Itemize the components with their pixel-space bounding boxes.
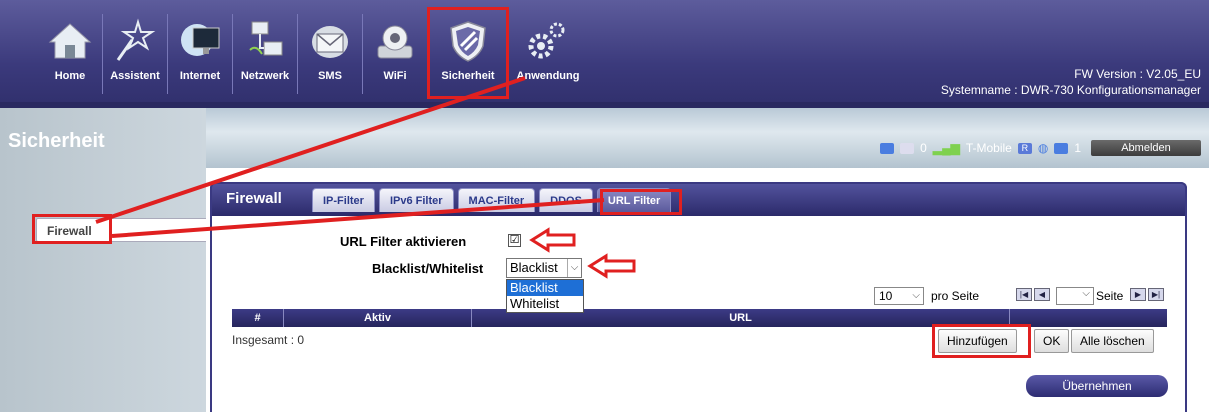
globe-icon: ◍ bbox=[1037, 141, 1049, 155]
nav-label: WiFi bbox=[383, 70, 407, 82]
logout-button[interactable]: Abmelden bbox=[1091, 140, 1201, 156]
gears-icon bbox=[528, 22, 565, 59]
system-name: Systemname : DWR-730 Konfigurationsmanag… bbox=[940, 83, 1201, 97]
network-icon bbox=[249, 21, 283, 56]
highlight-firewall-item bbox=[32, 214, 112, 244]
nav-label: Netzwerk bbox=[240, 70, 290, 82]
prev-page-icon[interactable]: ◀ bbox=[1034, 288, 1050, 301]
nav-item-assistent[interactable]: Assistent bbox=[103, 8, 167, 98]
url-filter-enable-checkbox[interactable]: ☑ bbox=[508, 234, 521, 247]
nav-item-sicherheit[interactable]: Sicherheit bbox=[427, 7, 509, 99]
sidebar-background bbox=[0, 108, 206, 412]
clients-icon bbox=[1054, 142, 1069, 154]
nav-item-sms[interactable]: SMS bbox=[298, 8, 362, 98]
tab-ip-filter[interactable]: IP-Filter bbox=[312, 188, 375, 212]
list-mode-value: Blacklist bbox=[510, 260, 558, 275]
signal-icon: ▂▄▆ bbox=[932, 141, 960, 155]
last-page-icon[interactable]: ▶| bbox=[1148, 288, 1164, 301]
page-select[interactable]: ⌵ bbox=[1056, 287, 1094, 305]
carrier-name: T-Mobile bbox=[965, 141, 1012, 155]
ok-button[interactable]: OK bbox=[1034, 329, 1070, 353]
firmware-info: FW Version : V2.05_EU Systemname : DWR-7… bbox=[941, 66, 1201, 98]
wand-icon bbox=[116, 18, 156, 61]
total-count: Insgesamt : 0 bbox=[232, 333, 305, 347]
highlight-add-button bbox=[932, 324, 1031, 358]
list-mode-label: Blacklist/Whitelist bbox=[372, 261, 484, 276]
column-header-index: # bbox=[232, 309, 284, 327]
per-page-select[interactable]: 10 ⌵ bbox=[874, 287, 924, 305]
roaming-icon: R bbox=[1017, 142, 1032, 154]
tab-ddos[interactable]: DDOS bbox=[539, 188, 593, 212]
url-filter-enable-label: URL Filter aktivieren bbox=[340, 234, 467, 249]
clients-count: 1 bbox=[1074, 141, 1081, 155]
first-page-icon[interactable]: |◀ bbox=[1016, 288, 1032, 301]
panel-title: Firewall bbox=[226, 190, 282, 207]
home-icon bbox=[48, 23, 92, 59]
main-nav: Home Assistent Internet Netzwerk SMS WiF… bbox=[38, 7, 588, 99]
sim-icon bbox=[880, 142, 895, 154]
envelope-icon bbox=[312, 26, 348, 58]
highlight-url-filter-tab bbox=[600, 189, 682, 215]
top-navigation-bar: Home Assistent Internet Netzwerk SMS WiF… bbox=[0, 0, 1209, 108]
nav-label: Anwendung bbox=[516, 70, 580, 82]
nav-item-internet[interactable]: Internet bbox=[168, 8, 232, 98]
nav-label: SMS bbox=[318, 70, 342, 82]
per-page-value: 10 bbox=[879, 289, 893, 303]
apply-button[interactable]: Übernehmen bbox=[1026, 375, 1168, 397]
chevron-down-icon: ⌵ bbox=[1082, 288, 1090, 299]
sms-envelope-icon[interactable] bbox=[900, 142, 915, 154]
nav-item-anwendung[interactable]: Anwendung bbox=[508, 8, 588, 98]
list-mode-dropdown: Blacklist Whitelist bbox=[506, 279, 584, 313]
nav-item-netzwerk[interactable]: Netzwerk bbox=[233, 8, 297, 98]
nav-label: Home bbox=[54, 70, 86, 82]
chevron-down-icon: ⌵ bbox=[912, 290, 920, 301]
tab-ipv6-filter[interactable]: IPv6 Filter bbox=[378, 188, 454, 212]
dropdown-option-blacklist[interactable]: Blacklist bbox=[507, 280, 583, 296]
column-header-active: Aktiv bbox=[284, 309, 472, 327]
nav-label: Assistent bbox=[110, 70, 160, 82]
list-mode-select[interactable]: Blacklist ⌵ bbox=[506, 258, 582, 278]
wifi-icon bbox=[377, 25, 413, 59]
per-page-label: pro Seite bbox=[931, 289, 980, 303]
nav-label: Sicherheit bbox=[441, 70, 495, 82]
next-page-icon[interactable]: ▶ bbox=[1130, 288, 1146, 301]
chevron-down-icon: ⌵ bbox=[567, 259, 581, 277]
page-title: Sicherheit bbox=[8, 130, 105, 152]
page-label: Seite bbox=[1096, 289, 1124, 303]
firmware-version: FW Version : V2.05_EU bbox=[1074, 67, 1201, 81]
nav-label: Internet bbox=[179, 70, 221, 82]
delete-all-button[interactable]: Alle löschen bbox=[1071, 329, 1154, 353]
tab-mac-filter[interactable]: MAC-Filter bbox=[457, 188, 536, 212]
status-bar: 0 ▂▄▆ T-Mobile R ◍ 1 Abmelden bbox=[880, 140, 1201, 156]
dropdown-option-whitelist[interactable]: Whitelist bbox=[507, 296, 583, 312]
sms-count: 0 bbox=[920, 141, 927, 155]
shield-icon bbox=[450, 21, 486, 62]
column-header-actions bbox=[1010, 309, 1167, 327]
nav-item-wifi[interactable]: WiFi bbox=[363, 8, 427, 98]
nav-item-home[interactable]: Home bbox=[38, 8, 102, 98]
globe-monitor-icon bbox=[181, 24, 220, 56]
